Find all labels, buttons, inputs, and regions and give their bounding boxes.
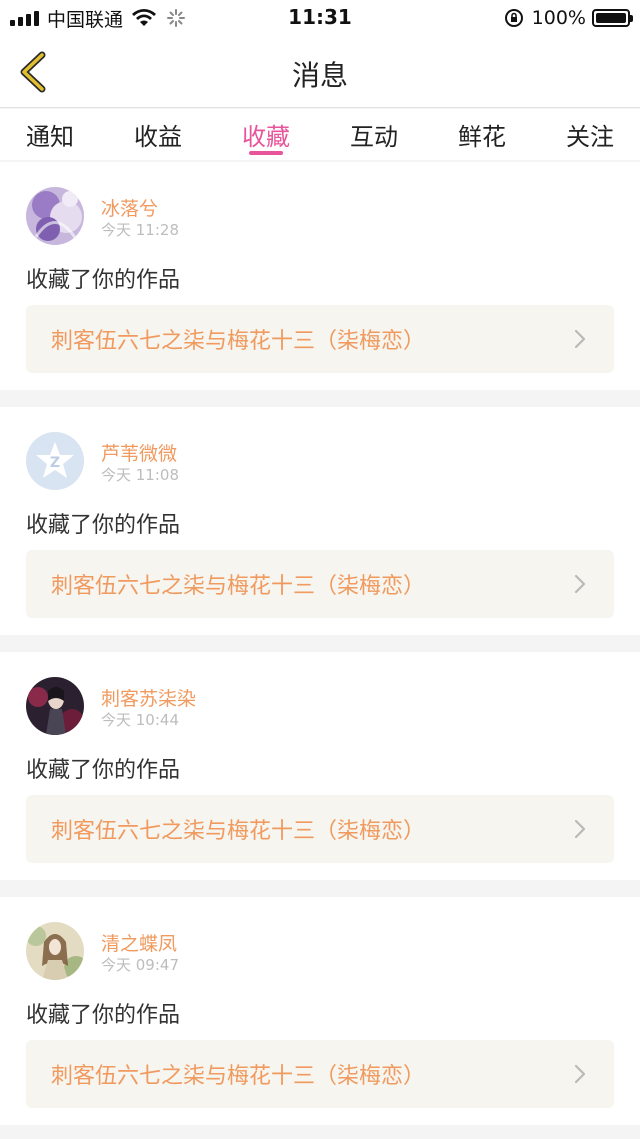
work-title: 刺客伍六七之柒与梅花十三（柒梅恋）	[51, 574, 426, 599]
action-text: 收藏了你的作品	[26, 1003, 181, 1028]
orientation-lock-icon	[504, 9, 523, 27]
chevron-right-icon	[574, 574, 586, 594]
timestamp: 今天 09:47	[101, 956, 179, 974]
timestamp: 今天 11:28	[101, 221, 179, 239]
nav-bar: 消息	[0, 36, 640, 108]
battery-icon	[592, 9, 633, 27]
action-text: 收藏了你的作品	[26, 268, 181, 293]
battery-percent: 100%	[531, 7, 586, 29]
timestamp: 今天 10:44	[101, 711, 179, 729]
tab-earnings[interactable]: 收益	[134, 109, 182, 160]
avatar[interactable]: Z	[26, 432, 84, 490]
chevron-right-icon	[574, 329, 586, 349]
message-card: 冰落兮 今天 11:28 收藏了你的作品 刺客伍六七之柒与梅花十三（柒梅恋）	[0, 162, 640, 390]
work-title: 刺客伍六七之柒与梅花十三（柒梅恋）	[51, 329, 426, 354]
tab-favorites[interactable]: 收藏	[242, 109, 290, 160]
message-card: 清之蝶凤 今天 09:47 收藏了你的作品 刺客伍六七之柒与梅花十三（柒梅恋）	[0, 897, 640, 1125]
work-link[interactable]: 刺客伍六七之柒与梅花十三（柒梅恋）	[26, 550, 614, 618]
avatar[interactable]	[26, 677, 84, 735]
action-text: 收藏了你的作品	[26, 513, 181, 538]
page-title: 消息	[291, 59, 348, 92]
message-tabs: 通知 收益 收藏 互动 鲜花 关注	[0, 109, 640, 160]
message-list: 冰落兮 今天 11:28 收藏了你的作品 刺客伍六七之柒与梅花十三（柒梅恋） Z…	[0, 162, 640, 1139]
tab-follows[interactable]: 关注	[566, 109, 614, 160]
username[interactable]: 清之蝶凤	[101, 929, 177, 956]
timestamp: 今天 11:08	[101, 466, 179, 484]
svg-text:Z: Z	[50, 455, 60, 471]
avatar[interactable]	[26, 187, 84, 245]
chevron-right-icon	[574, 1064, 586, 1084]
tab-interactions[interactable]: 互动	[350, 109, 398, 160]
username[interactable]: 刺客苏柒染	[101, 684, 196, 711]
chevron-right-icon	[574, 819, 586, 839]
work-title: 刺客伍六七之柒与梅花十三（柒梅恋）	[51, 819, 426, 844]
message-card: Z 芦苇微微 今天 11:08 收藏了你的作品 刺客伍六七之柒与梅花十三（柒梅恋…	[0, 407, 640, 635]
work-link[interactable]: 刺客伍六七之柒与梅花十三（柒梅恋）	[26, 305, 614, 373]
work-link[interactable]: 刺客伍六七之柒与梅花十三（柒梅恋）	[26, 795, 614, 863]
work-title: 刺客伍六七之柒与梅花十三（柒梅恋）	[51, 1064, 426, 1089]
username[interactable]: 冰落兮	[101, 194, 158, 221]
work-link[interactable]: 刺客伍六七之柒与梅花十三（柒梅恋）	[26, 1040, 614, 1108]
avatar[interactable]	[26, 922, 84, 980]
username[interactable]: 芦苇微微	[101, 439, 177, 466]
action-text: 收藏了你的作品	[26, 758, 181, 783]
message-card: 刺客苏柒染 今天 10:44 收藏了你的作品 刺客伍六七之柒与梅花十三（柒梅恋）	[0, 652, 640, 880]
tab-flowers[interactable]: 鲜花	[458, 109, 506, 160]
tab-notifications[interactable]: 通知	[26, 109, 74, 160]
status-bar: 中国联通 11:31 100%	[0, 0, 640, 36]
